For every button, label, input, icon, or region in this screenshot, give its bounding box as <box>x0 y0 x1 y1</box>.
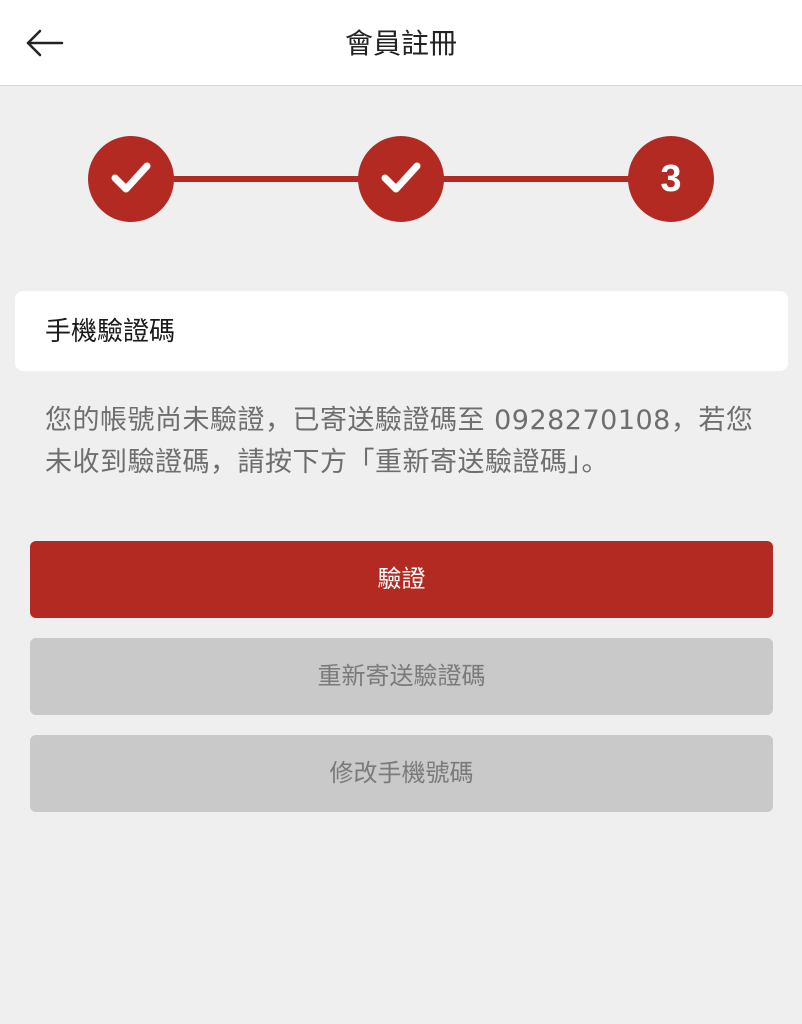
step-2-completed <box>358 136 444 222</box>
verification-code-field[interactable]: 手機驗證碼 <box>15 291 788 371</box>
step-number: 3 <box>660 157 682 200</box>
step-3-current: 3 <box>628 136 714 222</box>
check-icon <box>108 154 154 204</box>
check-icon <box>378 154 424 204</box>
header-bar: 會員註冊 <box>0 0 802 86</box>
resend-code-button[interactable]: 重新寄送驗證碼 <box>30 638 773 715</box>
step-1-completed <box>88 136 174 222</box>
verification-message: 您的帳號尚未驗證，已寄送驗證碼至 0928270108，若您未收到驗證碼，請按下… <box>45 405 754 478</box>
page-title: 會員註冊 <box>344 27 457 60</box>
verify-button[interactable]: 驗證 <box>30 541 773 618</box>
verification-code-label: 手機驗證碼 <box>45 317 176 347</box>
step-connector-1 <box>173 176 363 182</box>
step-connector-2 <box>443 176 633 182</box>
progress-stepper: 3 <box>0 130 802 230</box>
change-phone-button[interactable]: 修改手機號碼 <box>30 735 773 812</box>
